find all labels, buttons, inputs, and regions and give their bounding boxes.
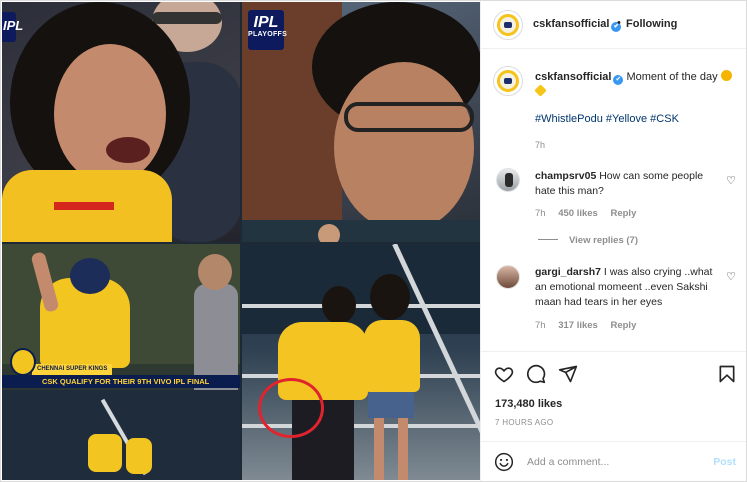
boy-face xyxy=(334,62,474,232)
caption-username[interactable]: cskfansofficial xyxy=(535,71,611,83)
photo-father-daughter xyxy=(242,244,480,480)
author-username[interactable]: cskfansofficial ✔ xyxy=(533,18,622,32)
small-daughter xyxy=(126,438,152,474)
comment-likes[interactable]: 450 likes xyxy=(558,208,598,219)
commenter-avatar[interactable] xyxy=(496,168,520,192)
comment-input[interactable] xyxy=(527,453,697,471)
boy-glasses xyxy=(344,102,474,132)
caption-text: Moment of the day xyxy=(626,71,718,83)
comment-meta: 7h 317 likes Reply xyxy=(535,320,646,331)
likes-count[interactable]: 173,480 likes xyxy=(495,398,562,410)
comment-username[interactable]: gargi_darsh7 xyxy=(535,266,601,278)
post-time-ago[interactable]: 7 HOURS AGO xyxy=(495,418,553,427)
comment-time[interactable]: 7h xyxy=(535,320,546,331)
comment-time[interactable]: 7h xyxy=(535,208,546,219)
daughter-leg-right xyxy=(398,418,408,480)
glasses xyxy=(152,12,222,24)
dhoni-avatar-badge xyxy=(10,348,36,376)
caption-time[interactable]: 7h xyxy=(535,140,545,150)
ipl-logo-partial: IPL xyxy=(2,12,23,42)
photo-crying-girl xyxy=(2,2,240,242)
girl-face xyxy=(54,44,166,184)
ipl-logo-subtext: PLAYOFFS xyxy=(248,31,288,38)
comment-reply-button[interactable]: Reply xyxy=(610,208,636,219)
comment-meta: 7h 450 likes Reply xyxy=(535,208,646,219)
photo-team-qualify: CHENNAI SUPER KINGS CSK QUALIFY FOR THEI… xyxy=(2,244,240,480)
comment-text-block: champsrv05 How can some people hate this… xyxy=(535,169,723,199)
daughter-leg-left xyxy=(374,418,384,480)
comment-icon[interactable] xyxy=(526,364,546,384)
heart-eyes-emoji-icon xyxy=(720,70,732,81)
post-comment-button[interactable]: Post xyxy=(713,456,736,468)
post-header: cskfansofficial ✔ • Following xyxy=(481,1,746,49)
daughter-hair xyxy=(370,274,410,320)
add-comment-bar: Post xyxy=(481,441,746,482)
team-banner: CHENNAI SUPER KINGS xyxy=(32,364,113,375)
red-highlight-circle xyxy=(258,378,324,438)
comment-username[interactable]: champsrv05 xyxy=(535,170,596,182)
daughter-shorts xyxy=(368,392,414,418)
father-head xyxy=(322,286,356,324)
girl-mouth xyxy=(106,137,150,163)
masked-face xyxy=(198,254,232,290)
share-icon[interactable] xyxy=(558,364,578,384)
comment-likes[interactable]: 317 likes xyxy=(558,320,598,331)
caption-hashtags[interactable]: #WhistlePodu #Yellove #CSK xyxy=(535,113,679,125)
like-heart-icon[interactable] xyxy=(494,364,514,384)
header-separator: • xyxy=(617,17,621,29)
small-father xyxy=(88,434,122,472)
ipl-logo-text: IPL xyxy=(253,14,279,31)
view-replies-button[interactable]: View replies (7) xyxy=(538,235,638,246)
post-image-collage[interactable]: IPL PLAYOFFS CHENNAI SUPER KINGS CSK QUA… xyxy=(2,2,480,480)
following-button[interactable]: Following xyxy=(626,18,677,30)
comment-reply-button[interactable]: Reply xyxy=(610,320,636,331)
photo-crying-boy: IPL PLAYOFFS xyxy=(242,2,480,242)
comment-like-heart-icon[interactable]: ♡ xyxy=(726,174,736,187)
post-side-panel: cskfansofficial ✔ • Following cskfansoffi… xyxy=(481,1,746,481)
dark-background xyxy=(242,244,480,334)
qualify-banner: CSK QUALIFY FOR THEIR 9TH VIVO IPL FINAL xyxy=(2,375,240,388)
emoji-smile-icon[interactable] xyxy=(494,452,514,472)
ipl-logo: IPL PLAYOFFS xyxy=(248,10,288,50)
crowd-strip xyxy=(242,220,480,242)
yellow-heart-emoji-icon xyxy=(534,84,547,97)
comments-list[interactable]: cskfansofficial ✔ Moment of the day #Whis… xyxy=(481,49,746,351)
caption-avatar[interactable] xyxy=(493,66,523,96)
small-face xyxy=(318,224,340,242)
daughter-yellow-top xyxy=(364,320,420,392)
save-bookmark-icon[interactable] xyxy=(717,364,737,384)
author-username-text[interactable]: cskfansofficial xyxy=(533,18,609,30)
caption-text-block: cskfansofficial ✔ Moment of the day xyxy=(534,70,735,100)
jersey-stripe xyxy=(54,202,114,210)
rail-1 xyxy=(242,304,480,308)
commenter-avatar[interactable] xyxy=(496,265,520,289)
author-avatar[interactable] xyxy=(493,10,523,40)
player-helmet xyxy=(70,258,110,294)
caption-verified-icon: ✔ xyxy=(613,75,624,85)
comment-like-heart-icon[interactable]: ♡ xyxy=(726,270,736,283)
comment-text-block: gargi_darsh7 I was also crying ..what an… xyxy=(535,265,723,310)
post-actions: 173,480 likes 7 HOURS AGO Post xyxy=(481,351,746,481)
